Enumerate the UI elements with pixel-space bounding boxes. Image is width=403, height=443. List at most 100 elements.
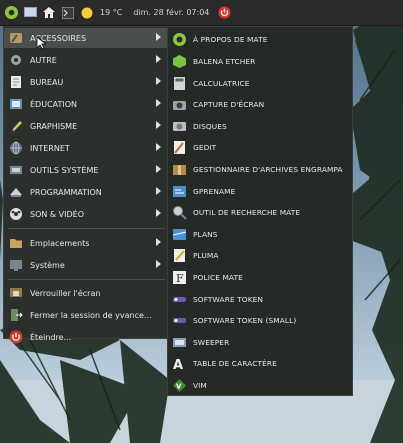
submenu-arrow-icon [156,260,161,268]
menu-item-gear[interactable]: AUTRE [4,50,167,70]
token-small-icon [172,313,187,328]
menu-item-label: BUREAU [30,77,64,87]
menu-item-folder[interactable]: Emplacements [4,233,167,253]
submenu-arrow-icon [156,143,161,151]
mate-icon [172,32,187,47]
show-desktop-icon[interactable] [22,5,38,21]
submenu-item-disks[interactable]: DISQUES [168,115,352,137]
submenu-item-label: BALENA ETCHER [193,56,256,66]
submenu-item-vim[interactable]: V VIM [168,375,352,397]
programming-icon [9,185,23,199]
menu-item-system-tools[interactable]: OUTILS SYSTÈME [4,160,167,180]
menu-item-label: Verrouiller l'écran [30,288,101,298]
submenu-item-label: SWEEPER [193,337,230,347]
terminal-icon[interactable] [60,5,76,21]
menu-item-accessories[interactable]: ACCESSOIRES [4,28,167,48]
submenu-arrow-icon [156,55,161,63]
submenu-item-archive[interactable]: GESTIONNAIRE D'ARCHIVES ENGRAMPA [168,159,352,181]
menu-item-graphics[interactable]: GRAPHISME [4,116,167,136]
system-tools-icon [9,163,23,177]
menu-separator [8,228,165,229]
applications-menu: ACCESSOIRES AUTRE BUREAU ÉDUCATION GRAPHISME… [3,26,168,344]
menu-item-label: AUTRE [30,55,57,65]
graphics-icon [9,119,23,133]
globe-icon [9,141,23,155]
menu-item-label: ÉDUCATION [30,99,78,109]
maps-icon [172,227,187,242]
menu-item-multimedia[interactable]: SON & VIDÉO [4,204,167,224]
submenu-item-pluma[interactable]: PLUMA [168,245,352,267]
menu-item-lock-screen[interactable]: Verrouiller l'écran [4,283,167,303]
submenu-arrow-icon [156,187,161,195]
etcher-icon [172,54,187,69]
power-icon [9,330,23,344]
submenu-item-sweeper[interactable]: SWEEPER [168,331,352,353]
submenu-item-etcher[interactable]: BALENA ETCHER [168,51,352,73]
power-icon[interactable] [216,5,232,21]
mouse-cursor-icon [36,36,46,50]
svg-text:V: V [176,382,182,390]
submenu-item-font[interactable]: F POLICE MATE [168,267,352,289]
clock[interactable]: dim. 28 févr. 07:04 [133,8,209,17]
search-icon [172,205,187,220]
menu-item-label: OUTILS SYSTÈME [30,165,99,175]
submenu-item-token[interactable]: SOFTWARE TOKEN [168,288,352,310]
weather-sun-icon[interactable] [79,5,95,21]
menu-item-globe[interactable]: INTERNET [4,138,167,158]
menu-item-office[interactable]: BUREAU [4,72,167,92]
submenu-item-search[interactable]: OUTIL DE RECHERCHE MATE [168,202,352,224]
submenu-item-label: OUTIL DE RECHERCHE MATE [193,208,301,218]
submenu-item-label: SOFTWARE TOKEN [193,294,264,304]
submenu-item-maps[interactable]: PLANS [168,223,352,245]
home-folder-icon[interactable] [41,5,57,21]
disks-icon [172,119,187,134]
gear-icon [9,53,23,67]
submenu-arrow-icon [156,77,161,85]
submenu-arrow-icon [156,33,161,41]
submenu-item-label: POLICE MATE [193,272,243,282]
menu-item-label: INTERNET [30,143,70,153]
submenu-arrow-icon [156,121,161,129]
accessories-submenu: À PROPOS DE MATE BALENA ETCHER CALCULATRIC… [167,26,353,396]
submenu-item-label: CALCULATRICE [193,78,250,88]
menu-item-education[interactable]: ÉDUCATION [4,94,167,114]
menu-item-programming[interactable]: PROGRAMMATION [4,182,167,202]
menu-item-label: PROGRAMMATION [30,187,102,197]
sweeper-icon [172,335,187,350]
submenu-item-charmap[interactable]: A TABLE DE CARACTÈRE [168,353,352,375]
menu-item-label: SON & VIDÉO [30,209,85,219]
accessories-icon [9,31,23,45]
top-panel: 19 °C dim. 28 févr. 07:04 [0,0,403,26]
logout-icon [9,308,23,322]
submenu-item-gedit[interactable]: GEDIT [168,137,352,159]
vim-icon: V [172,378,187,393]
submenu-item-label: PLUMA [193,251,219,261]
font-icon: F [172,270,187,285]
menu-item-label: Emplacements [30,238,90,248]
menu-item-label: Fermer la session de yvance... [30,310,152,320]
submenu-item-label: TABLE DE CARACTÈRE [193,359,277,369]
submenu-item-gprename[interactable]: GPRENAME [168,180,352,202]
submenu-item-token-small[interactable]: SOFTWARE TOKEN (SMALL) [168,310,352,332]
education-icon [9,97,23,111]
svg-text:A: A [173,358,183,371]
submenu-arrow-icon [156,238,161,246]
submenu-item-label: GPRENAME [193,186,236,196]
menu-item-system[interactable]: Système [4,255,167,275]
menu-item-power[interactable]: Éteindre... [4,327,167,347]
gedit-icon [172,140,187,155]
submenu-item-label: À PROPOS DE MATE [193,35,268,45]
submenu-item-label: GESTIONNAIRE D'ARCHIVES ENGRAMPA [193,164,343,174]
weather-temperature[interactable]: 19 °C [100,8,122,17]
submenu-item-mate[interactable]: À PROPOS DE MATE [168,29,352,51]
archive-icon [172,162,187,177]
menu-item-label: Éteindre... [30,332,72,342]
submenu-item-label: DISQUES [193,121,227,131]
screenshot-icon [172,97,187,112]
multimedia-icon [9,207,23,221]
menu-separator [8,279,165,280]
submenu-item-calculator[interactable]: CALCULATRICE [168,72,352,94]
menu-launcher-icon[interactable] [3,5,19,21]
menu-item-logout[interactable]: Fermer la session de yvance... [4,305,167,325]
submenu-item-screenshot[interactable]: CAPTURE D'ÉCRAN [168,94,352,116]
